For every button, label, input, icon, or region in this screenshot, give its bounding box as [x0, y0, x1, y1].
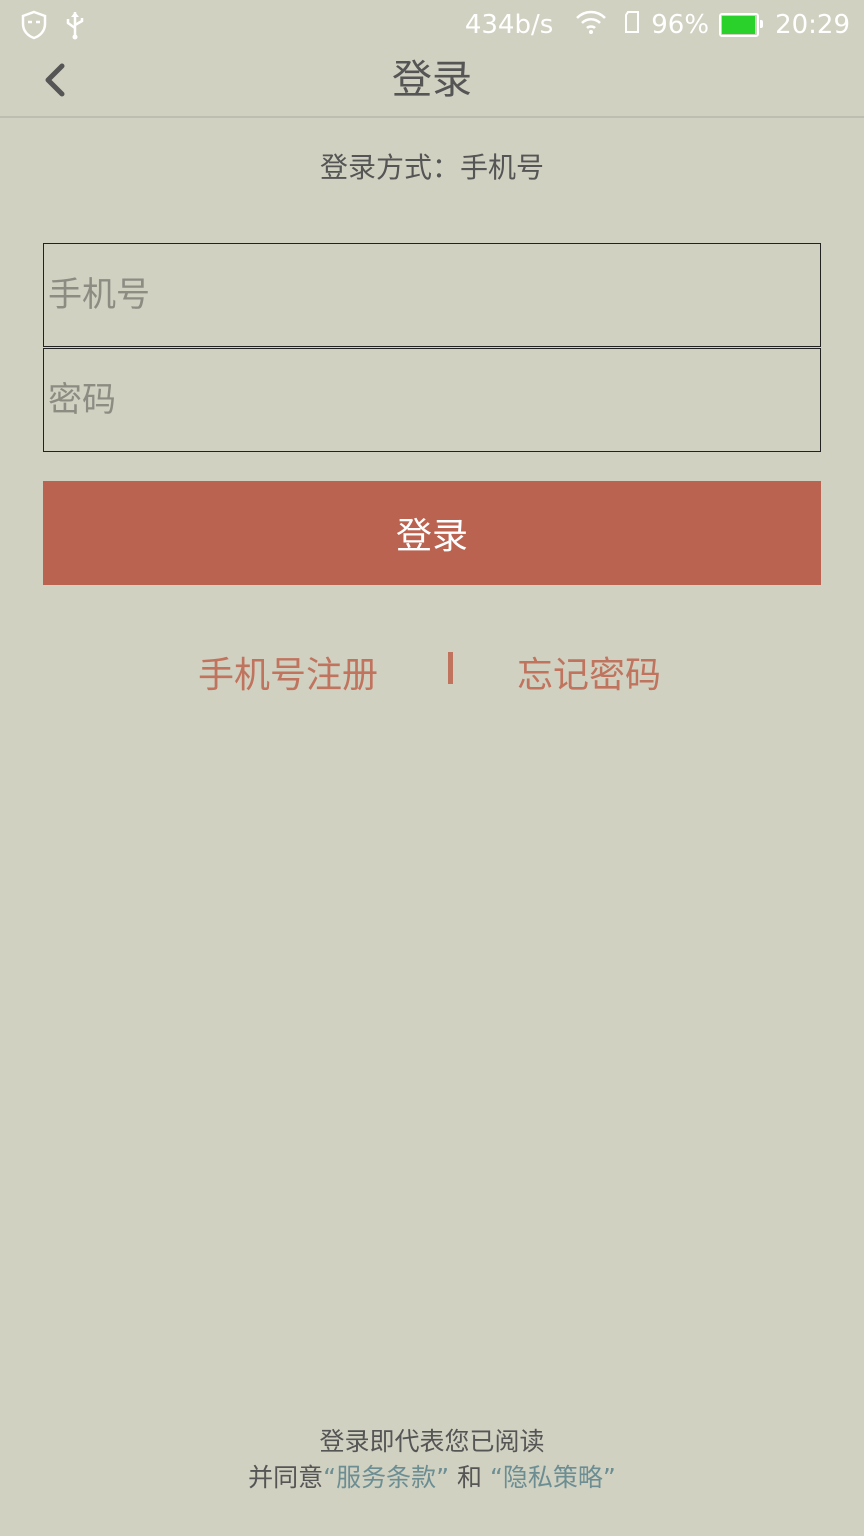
status-left	[20, 10, 86, 47]
status-bar: 434b/s 96% 20:29	[0, 0, 864, 50]
battery-fill	[722, 16, 755, 34]
forgot-password-link[interactable]: 忘记密码	[517, 646, 661, 698]
phone-input[interactable]	[44, 244, 820, 346]
agreement-line-1: 登录即代表您已阅读	[319, 1427, 545, 1456]
password-input[interactable]	[44, 349, 820, 451]
agree-prefix: 并同意	[248, 1463, 324, 1492]
shield-icon	[20, 10, 48, 47]
login-button[interactable]: 登录	[43, 481, 821, 585]
footer-agreement: 登录即代表您已阅读 并同意“服务条款” 和 “隐私策略”	[0, 1424, 864, 1496]
battery-icon	[719, 13, 764, 37]
agreement-line-2: 并同意“服务条款” 和 “隐私策略”	[0, 1460, 864, 1496]
clock: 20:29	[775, 10, 850, 40]
link-divider	[448, 652, 453, 684]
and-text: 和	[449, 1463, 490, 1492]
battery-percent: 96%	[651, 10, 710, 40]
sim-icon	[623, 10, 641, 41]
privacy-link[interactable]: “隐私策略”	[490, 1463, 616, 1492]
auth-links: 手机号注册 忘记密码	[0, 640, 864, 700]
status-right: 434b/s 96% 20:29	[465, 8, 850, 42]
phone-field	[43, 243, 821, 347]
register-link[interactable]: 手机号注册	[198, 646, 378, 698]
usb-icon	[64, 10, 86, 47]
header: 登录	[0, 50, 864, 118]
password-field	[43, 348, 821, 452]
terms-link[interactable]: “服务条款”	[323, 1463, 449, 1492]
wifi-icon	[575, 9, 607, 42]
login-method-label: 登录方式：手机号	[319, 151, 544, 184]
net-speed: 434b/s	[464, 10, 554, 40]
page-title: 登录	[392, 57, 472, 103]
